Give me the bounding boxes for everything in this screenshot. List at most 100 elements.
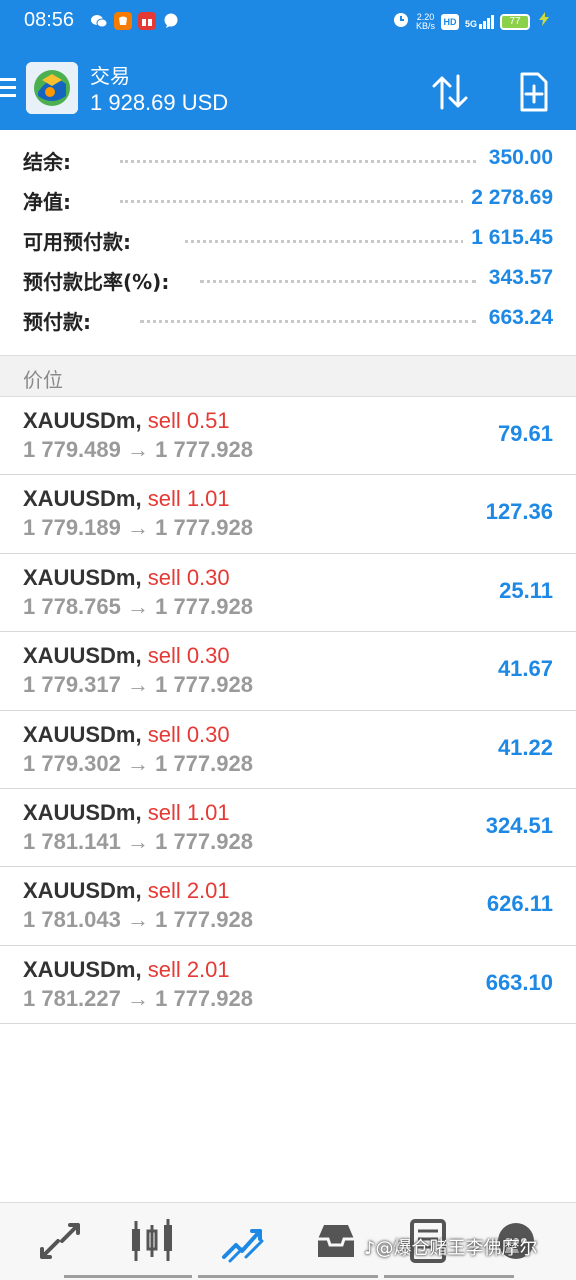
symbol-text: XAUUSDm, xyxy=(23,643,142,669)
symbol-text: XAUUSDm, xyxy=(23,799,142,825)
dot-leader xyxy=(120,160,476,164)
summary-row-balance: 结余: 350.00 xyxy=(0,140,576,180)
position-symbol: XAUUSDm, sell 0.51 xyxy=(23,408,230,434)
history-icon xyxy=(318,1225,354,1257)
nav-trade[interactable] xyxy=(220,1217,268,1265)
position-side: sell 0.30 xyxy=(147,721,230,747)
account-summary: 结余: 350.00 净值: 2 278.69 可用预付款: 1 615.45 … xyxy=(0,140,576,340)
summary-value: 2 278.69 xyxy=(463,186,553,210)
position-row[interactable]: XAUUSDm, sell 0.30 1 779.302 → 1 777.928… xyxy=(0,711,576,789)
system-icons: 2.20 KB/s HD 5G 77 xyxy=(392,10,552,33)
menu-icon[interactable] xyxy=(0,78,18,100)
page-title: 交易 xyxy=(90,64,130,88)
position-side: sell 1.01 xyxy=(147,486,230,512)
summary-label: 可用预付款: xyxy=(23,226,139,255)
position-prices: 1 781.227 → 1 777.928 xyxy=(23,985,253,1011)
status-time: 08:56 xyxy=(24,9,75,31)
browser-icon xyxy=(114,12,132,30)
positions-section-header: 价位 xyxy=(0,355,576,397)
nav-indicator xyxy=(384,1275,514,1278)
position-symbol: XAUUSDm, sell 0.30 xyxy=(23,722,230,748)
position-row[interactable]: XAUUSDm, sell 2.01 1 781.227 → 1 777.928… xyxy=(0,946,576,1025)
watermark-text: @爆仓赌王李佛摩尔 xyxy=(375,1238,538,1259)
sort-button[interactable] xyxy=(428,70,472,114)
position-row[interactable]: XAUUSDm, sell 1.01 1 781.141 → 1 777.928… xyxy=(0,789,576,868)
position-profit: 626.11 xyxy=(486,891,553,917)
dot-leader xyxy=(120,200,476,204)
account-balance: 1 928.69 USD xyxy=(90,90,229,115)
signal-icon: 5G xyxy=(464,14,494,29)
summary-row-margin: 预付款: 663.24 xyxy=(0,300,576,340)
battery-indicator: 77 xyxy=(500,13,530,30)
position-side: sell 0.30 xyxy=(147,564,230,590)
sort-arrows-icon xyxy=(432,74,468,110)
symbol-text: XAUUSDm, xyxy=(23,408,142,433)
position-row[interactable]: XAUUSDm, sell 0.30 1 778.765 → 1 777.928… xyxy=(0,554,576,633)
net-speed-unit: KB/s xyxy=(415,20,435,31)
summary-value: 1 615.45 xyxy=(463,226,553,250)
position-prices: 1 779.489 → 1 777.928 xyxy=(23,437,253,462)
position-prices: 1 781.141 → 1 777.928 xyxy=(23,828,253,854)
position-side: sell 1.01 xyxy=(147,799,230,825)
gift-icon xyxy=(138,12,156,30)
app-bar: 交易 1 928.69 USD xyxy=(0,52,576,130)
position-profit: 41.67 xyxy=(497,656,553,682)
quotes-icon xyxy=(40,1223,80,1259)
position-side: sell 0.51 xyxy=(147,408,230,433)
symbol-text: XAUUSDm, xyxy=(23,956,142,982)
position-profit: 663.10 xyxy=(485,969,553,995)
position-side: sell 0.30 xyxy=(147,643,230,669)
position-profit: 324.51 xyxy=(485,812,553,838)
dot-leader xyxy=(200,280,476,284)
position-row[interactable]: XAUUSDm, sell 0.30 1 779.317 → 1 777.928… xyxy=(0,632,576,711)
position-profit: 79.61 xyxy=(497,421,553,446)
section-title: 价位 xyxy=(23,368,63,392)
position-prices: 1 779.317 → 1 777.928 xyxy=(23,672,253,698)
symbol-text: XAUUSDm, xyxy=(23,721,142,747)
summary-value: 350.00 xyxy=(480,146,553,170)
nav-quotes[interactable] xyxy=(36,1217,84,1265)
symbol-text: XAUUSDm, xyxy=(23,564,142,590)
notification-icons xyxy=(90,12,180,30)
dot-leader xyxy=(140,320,476,324)
position-side: sell 2.01 xyxy=(147,878,230,904)
position-profit: 127.36 xyxy=(485,499,553,525)
alarm-icon xyxy=(392,10,410,33)
summary-row-free-margin: 可用预付款: 1 615.45 xyxy=(0,220,576,260)
watermark: ♪@爆仓赌王李佛摩尔 xyxy=(364,1234,538,1260)
position-symbol: XAUUSDm, sell 2.01 xyxy=(23,957,230,983)
position-symbol: XAUUSDm, sell 1.01 xyxy=(23,486,230,512)
summary-label: 预付款比率(%): xyxy=(23,266,178,295)
summary-label: 净值: xyxy=(23,186,79,215)
position-row[interactable]: XAUUSDm, sell 1.01 1 779.189 → 1 777.928… xyxy=(0,475,576,554)
message-icon xyxy=(162,12,180,30)
position-side: sell 2.01 xyxy=(147,956,230,982)
new-order-button[interactable] xyxy=(512,70,556,114)
dot-leader xyxy=(185,240,476,244)
app-logo xyxy=(26,62,78,114)
trade-icon xyxy=(222,1229,264,1263)
status-bar: 08:56 2.20 KB/s HD 5G 77 xyxy=(0,0,576,44)
chart-icon xyxy=(132,1219,172,1261)
net-speed: 2.20 KB/s xyxy=(415,12,435,31)
summary-label: 结余: xyxy=(23,146,79,175)
position-symbol: XAUUSDm, sell 0.30 xyxy=(23,565,230,591)
charging-icon xyxy=(536,11,552,32)
top-bar: 08:56 2.20 KB/s HD 5G 77 交易 1 928.69 USD xyxy=(0,0,576,130)
position-row[interactable]: XAUUSDm, sell 0.51 1 779.489 → 1 777.928… xyxy=(0,397,576,476)
signal-label: 5G xyxy=(464,18,477,29)
nav-indicator xyxy=(64,1275,192,1278)
position-profit: 25.11 xyxy=(499,577,553,603)
nav-chart[interactable] xyxy=(128,1217,176,1265)
symbol-text: XAUUSDm, xyxy=(23,486,142,512)
position-prices: 1 781.043 → 1 777.928 xyxy=(23,907,253,933)
douyin-icon: ♪ xyxy=(364,1238,376,1259)
position-prices: 1 779.302 → 1 777.928 xyxy=(23,750,253,776)
position-row[interactable]: XAUUSDm, sell 2.01 1 781.043 → 1 777.928… xyxy=(0,867,576,946)
summary-label: 预付款: xyxy=(23,306,99,335)
position-prices: 1 778.765 → 1 777.928 xyxy=(23,593,253,619)
nav-history[interactable] xyxy=(312,1217,360,1265)
add-document-icon xyxy=(520,72,548,112)
positions-list: XAUUSDm, sell 0.51 1 779.489 → 1 777.928… xyxy=(0,397,576,1025)
symbol-text: XAUUSDm, xyxy=(23,878,142,904)
